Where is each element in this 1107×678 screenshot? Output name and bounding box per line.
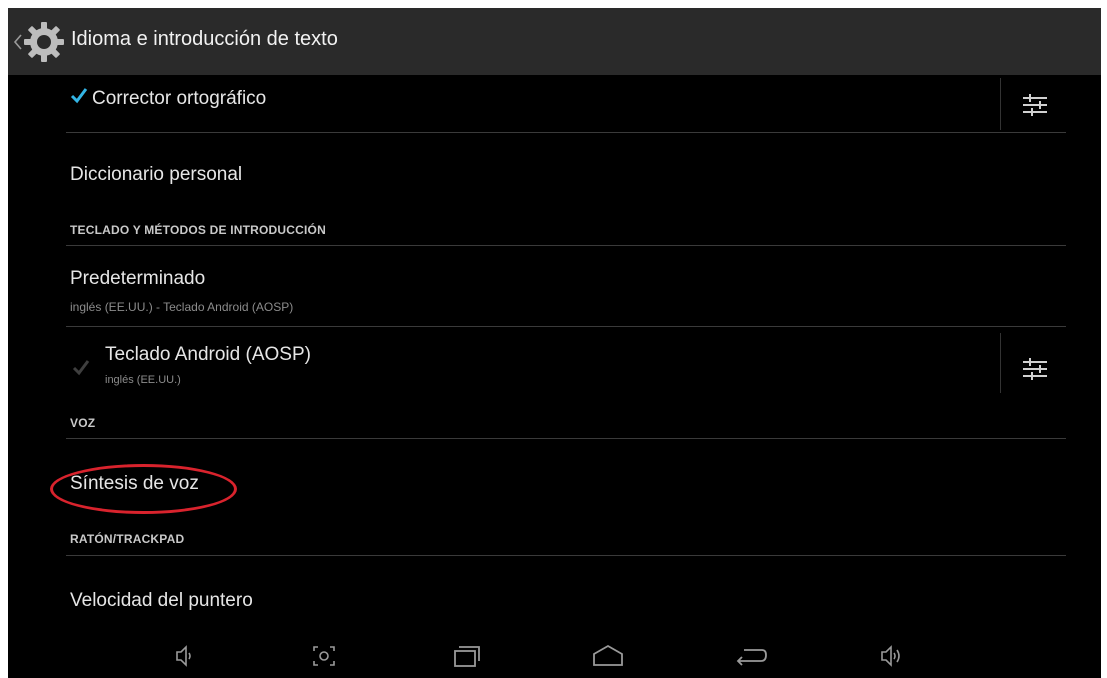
divider — [66, 438, 1066, 439]
default-input-method-summary: inglés (EE.UU.) - Teclado Android (AOSP) — [70, 300, 294, 314]
personal-dictionary-item[interactable]: Diccionario personal — [70, 164, 242, 186]
checkbox-checked-icon[interactable] — [70, 86, 88, 104]
navigation-bar — [8, 633, 1101, 678]
section-header-voice: VOZ — [70, 416, 96, 430]
volume-up-icon[interactable] — [870, 639, 910, 673]
pointer-speed-item[interactable]: Velocidad del puntero — [70, 590, 253, 612]
sliders-settings-icon[interactable] — [1020, 90, 1050, 120]
volume-down-icon[interactable] — [163, 639, 203, 673]
settings-screen: Idioma e introducción de texto Corrector… — [8, 8, 1101, 678]
action-bar: Idioma e introducción de texto — [8, 8, 1101, 75]
section-header-mouse: RATÓN/TRACKPAD — [70, 532, 185, 546]
home-icon[interactable] — [588, 639, 628, 673]
android-keyboard-summary: inglés (EE.UU.) — [105, 374, 181, 386]
checkbox-checked-disabled-icon[interactable] — [72, 358, 90, 376]
divider — [66, 245, 1066, 246]
settings-gear-icon[interactable] — [22, 20, 66, 64]
sliders-settings-icon[interactable] — [1020, 354, 1050, 384]
divider — [66, 555, 1066, 556]
section-header-keyboard: TECLADO Y MÉTODOS DE INTRODUCCIÓN — [70, 223, 326, 237]
divider — [66, 326, 1066, 327]
vertical-separator — [1000, 333, 1001, 393]
screenshot-icon[interactable] — [304, 639, 344, 673]
default-input-method-label: Predeterminado — [70, 268, 206, 289]
page-title: Idioma e introducción de texto — [71, 28, 338, 50]
spell-checker-label: Corrector ortográfico — [92, 88, 267, 109]
divider — [66, 132, 1066, 133]
android-keyboard-label: Teclado Android (AOSP) — [105, 344, 311, 365]
highlight-annotation — [50, 464, 237, 514]
recent-apps-icon[interactable] — [446, 639, 486, 673]
back-icon[interactable] — [730, 639, 770, 673]
vertical-separator — [1000, 78, 1001, 130]
